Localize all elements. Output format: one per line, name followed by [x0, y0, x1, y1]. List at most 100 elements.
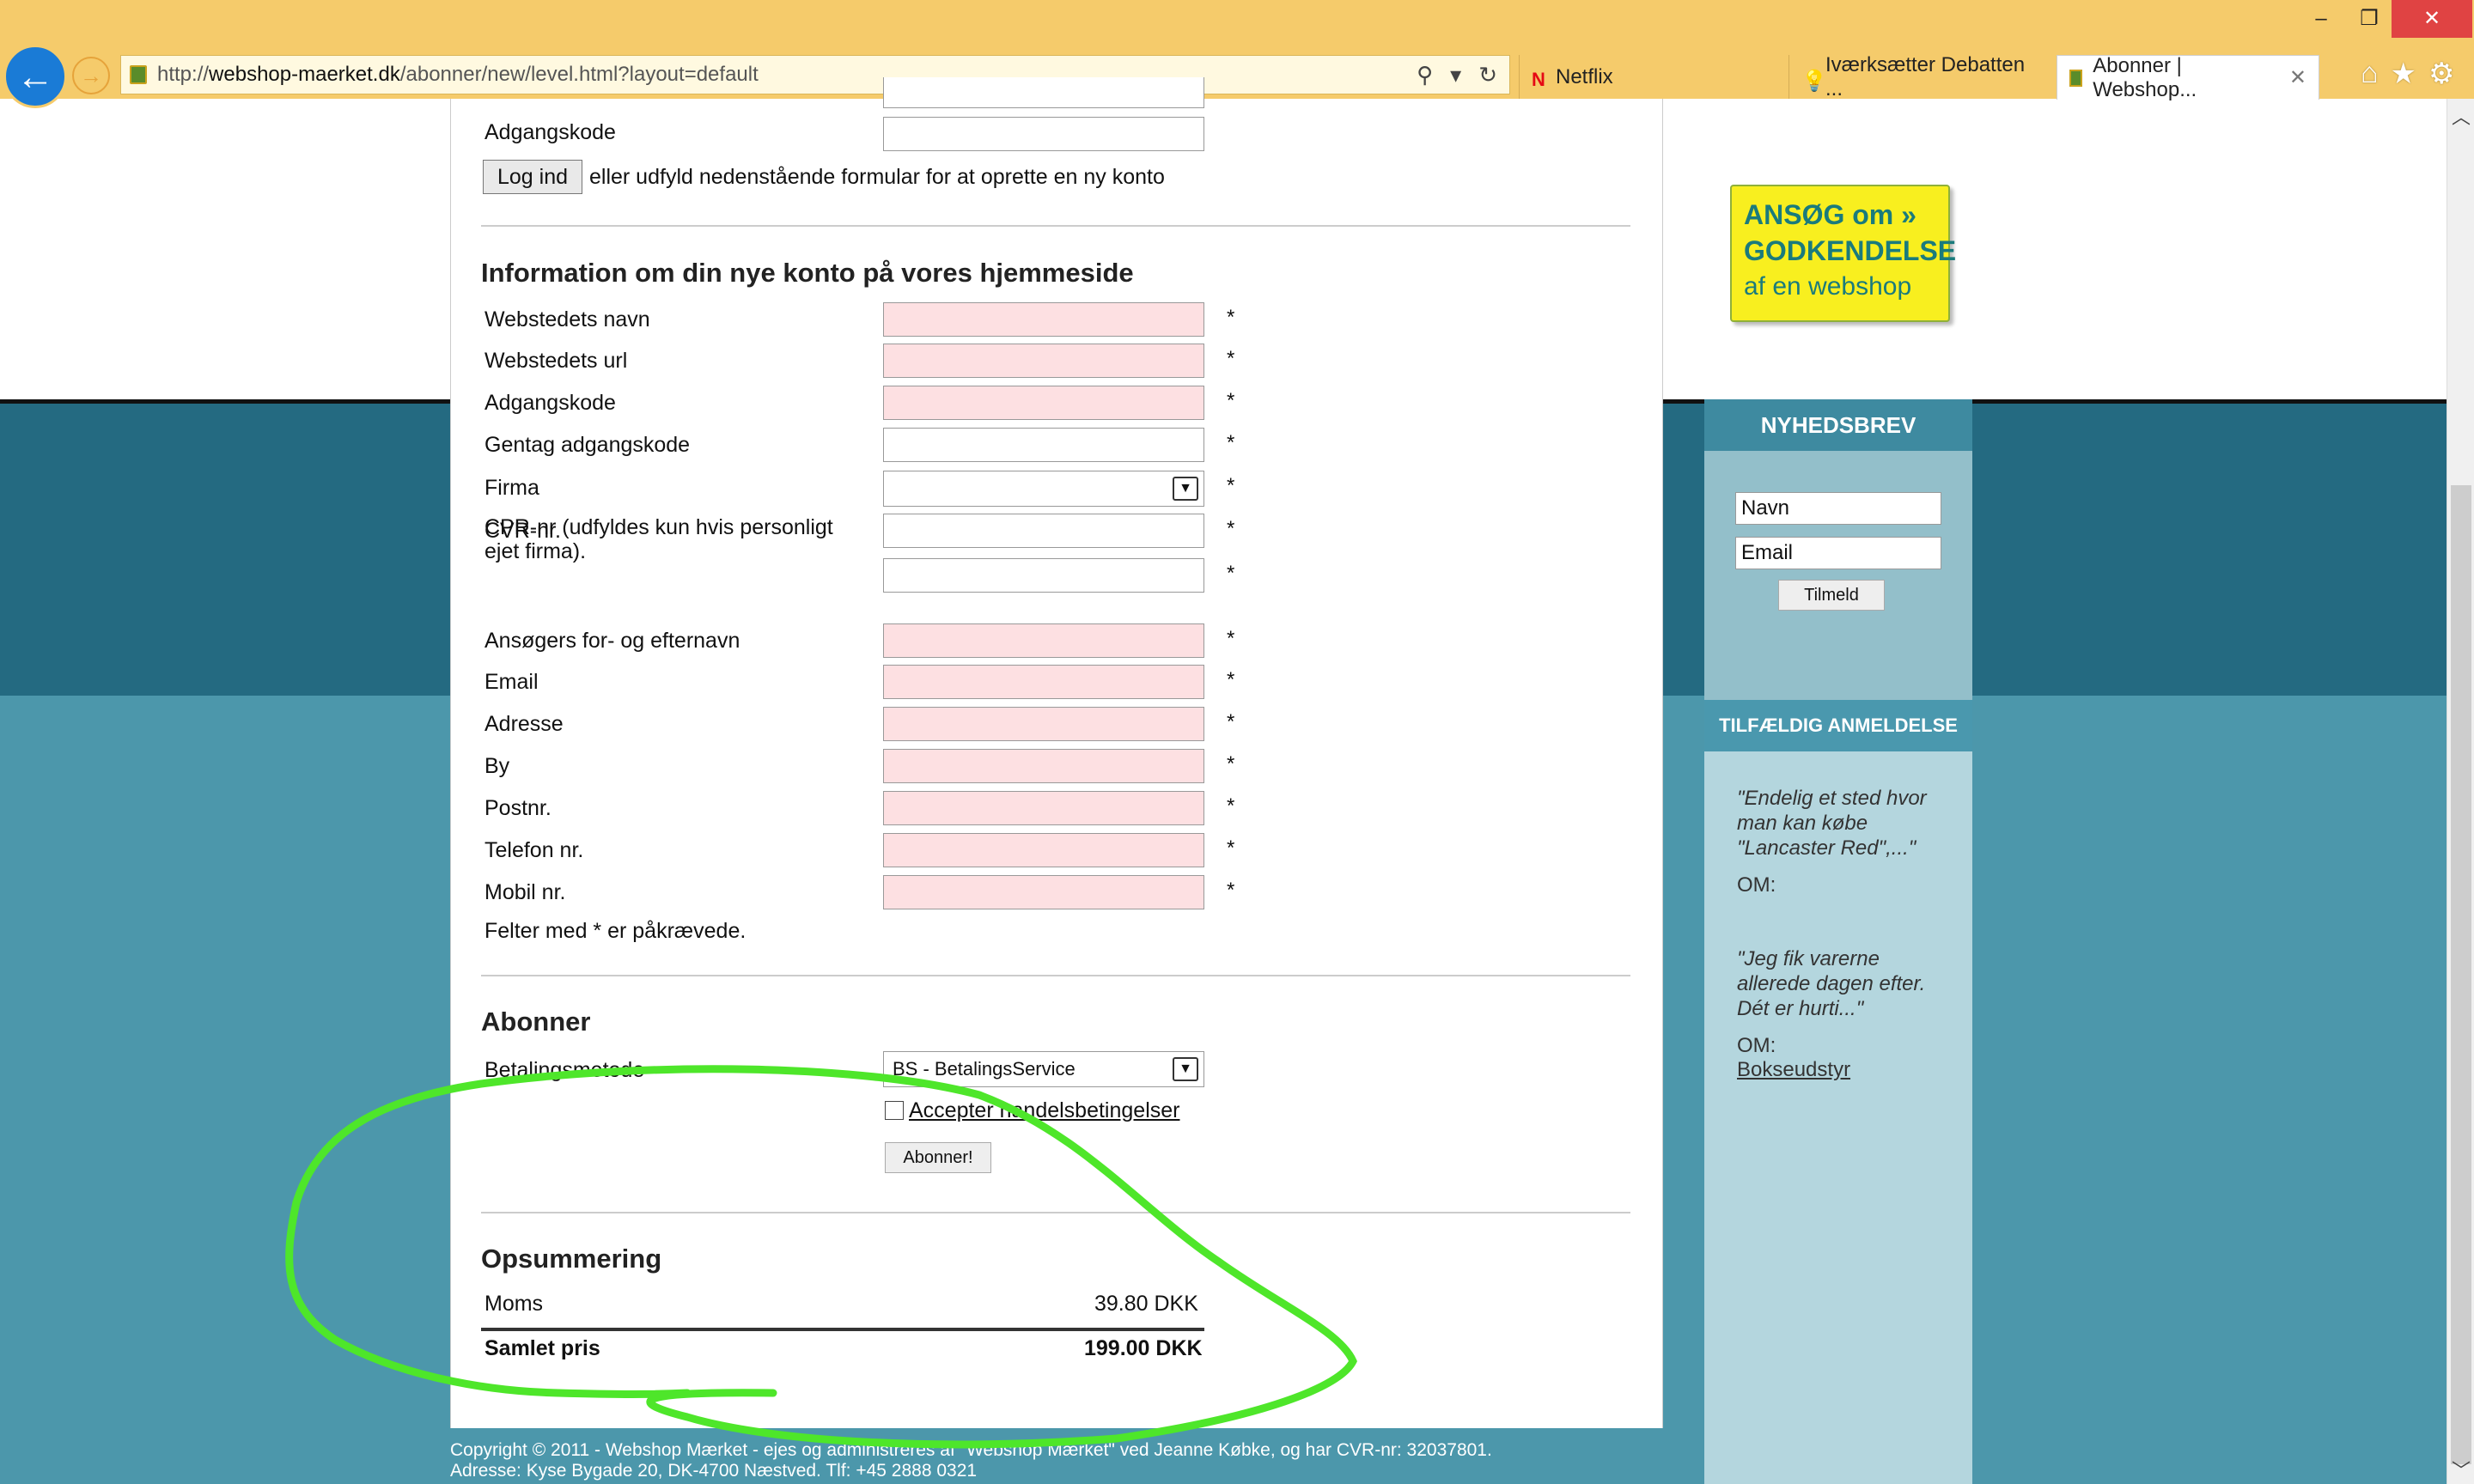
url-prefix: http:// [157, 63, 210, 86]
form-input[interactable] [883, 623, 1204, 658]
form-input[interactable] [883, 875, 1204, 909]
subscribe-section-title: Abonner [481, 1007, 591, 1037]
required-star: * [1227, 474, 1235, 497]
required-star: * [1227, 306, 1235, 329]
required-star: * [1227, 794, 1235, 818]
review-box [1704, 751, 1972, 1484]
favorites-star-icon[interactable]: ★ [2391, 57, 2416, 91]
close-window-button[interactable]: ✕ [2392, 0, 2472, 38]
refresh-icon[interactable]: ↻ [1478, 62, 1497, 88]
newsletter-box [1704, 451, 1972, 700]
payment-method-value: BS - BetalingsService [893, 1058, 1076, 1080]
scroll-down-icon[interactable]: ﹀ [2447, 1456, 2474, 1483]
forward-arrow-icon[interactable]: → [72, 57, 110, 94]
review-shop-link[interactable]: Bokseudstyr [1737, 1058, 1850, 1082]
tab-label: Netflix [1556, 65, 1613, 88]
field-label: Webstedets url [484, 349, 628, 373]
vat-label: Moms [484, 1292, 544, 1316]
url-host: webshop-maerket.dk [209, 63, 400, 86]
payment-method-label: Betalingsmetode [484, 1058, 645, 1082]
netflix-icon: N [1532, 69, 1545, 90]
back-arrow-icon[interactable]: ← [3, 45, 67, 108]
form-input[interactable] [883, 514, 1204, 548]
vertical-scrollbar[interactable]: ︿ ﹀ [2447, 99, 2474, 1484]
terms-link[interactable]: Accepter handelsbetingelser [909, 1098, 1179, 1123]
company-select[interactable]: ▼ [883, 471, 1204, 507]
review-om: OM: [1737, 1034, 1776, 1057]
form-input[interactable] [883, 386, 1204, 420]
form-input[interactable] [883, 833, 1204, 867]
field-label: Ansøgers for- og efternavn [484, 629, 740, 653]
form-input[interactable] [883, 749, 1204, 783]
newsletter-name-input[interactable]: Navn [1735, 492, 1941, 525]
settings-gear-icon[interactable]: ⚙ [2428, 57, 2454, 91]
login-hint: eller udfyld nedenstående formular for a… [589, 165, 1165, 189]
close-tab-icon[interactable]: ✕ [2289, 65, 2306, 90]
payment-method-select[interactable]: BS - BetalingsService ▼ [883, 1051, 1204, 1087]
divider [481, 225, 1630, 227]
promo-line1: ANSØG om » [1744, 199, 1916, 230]
chevron-down-icon: ▼ [1173, 1057, 1198, 1081]
divider [481, 1212, 1630, 1213]
summary-title: Opsummering [481, 1244, 662, 1274]
terms-checkbox[interactable] [885, 1101, 904, 1120]
apply-approval-banner[interactable]: ANSØG om » GODKENDELSE af en webshop [1730, 185, 1957, 322]
login-password-input[interactable] [883, 117, 1204, 151]
field-label: Adgangskode [484, 391, 616, 415]
field-label: Firma [484, 476, 539, 500]
field-label: Email [484, 670, 539, 694]
summary-divider [481, 1328, 1204, 1331]
form-input[interactable] [883, 558, 1204, 593]
required-star: * [1227, 347, 1235, 370]
tab-label: Abonner | Webshop... [2093, 53, 2197, 101]
footer: Copyright © 2011 - Webshop Mærket - ejes… [450, 1440, 1492, 1481]
field-label: By [484, 754, 510, 778]
subscribe-button[interactable]: Abonner! [885, 1142, 991, 1173]
required-star: * [1227, 879, 1235, 902]
total-label: Samlet pris [484, 1336, 600, 1360]
account-section-title: Information om din nye konto på vores hj… [481, 258, 1134, 288]
form-input[interactable] [883, 344, 1204, 378]
login-button[interactable]: Log ind [483, 160, 582, 194]
address-bar[interactable]: http://webshop-maerket.dk/abonner/new/le… [120, 55, 1510, 94]
field-label: Webstedets navn [484, 307, 650, 331]
tab-ivaerksaetter[interactable]: 💡 Iværksætter Debatten ... [1788, 53, 2055, 100]
newsletter-signup-button[interactable]: Tilmeld [1778, 580, 1885, 611]
site-favicon-icon [2069, 69, 2083, 87]
required-star: * [1227, 517, 1235, 540]
field-label: Gentag adgangskode [484, 433, 691, 457]
site-favicon-icon [130, 65, 147, 84]
required-star: * [1227, 752, 1235, 775]
field-label: CPR-nr (udfyldes kun hvis personligt [484, 515, 833, 539]
home-icon[interactable]: ⌂ [2361, 57, 2379, 91]
scroll-up-icon[interactable]: ︿ [2447, 102, 2474, 130]
required-star: * [1227, 562, 1235, 585]
required-star: * [1227, 836, 1235, 860]
url-path: /abonner/new/level.html?layout=default [399, 63, 759, 86]
promo-line3: af en webshop [1744, 272, 1912, 301]
form-input[interactable] [883, 791, 1204, 825]
tab-abonner[interactable]: Abonner | Webshop... ✕ [2057, 53, 2319, 101]
dropdown-icon[interactable]: ▾ [1450, 62, 1461, 88]
login-username-input[interactable] [883, 77, 1204, 108]
chevron-down-icon: ▼ [1173, 477, 1198, 501]
review-quote: "Endelig et sted hvor man kan købe "Lanc… [1737, 787, 1927, 860]
divider [481, 975, 1630, 976]
tab-netflix[interactable]: N Netflix [1519, 55, 1787, 100]
form-input[interactable] [883, 707, 1204, 741]
form-input[interactable] [883, 302, 1204, 337]
form-input[interactable] [883, 665, 1204, 699]
required-star: * [1227, 668, 1235, 691]
promo-line2: GODKENDELSE [1744, 235, 1957, 266]
field-label: Telefon nr. [484, 838, 584, 862]
review-title: TILFÆLDIG ANMELDELSE [1704, 700, 1972, 751]
form-input[interactable] [883, 428, 1204, 462]
vat-value: 39.80 DKK [1094, 1292, 1198, 1316]
footer-copyright: Copyright © 2011 - Webshop Mærket - ejes… [450, 1440, 1492, 1460]
search-icon[interactable]: ⚲ [1417, 62, 1433, 88]
field-label-line2: ejet firma). [484, 539, 587, 563]
scrollbar-thumb[interactable] [2451, 485, 2471, 1464]
newsletter-email-input[interactable]: Email [1735, 537, 1941, 569]
review-om: OM: [1737, 873, 1776, 897]
password-label: Adgangskode [484, 120, 616, 144]
